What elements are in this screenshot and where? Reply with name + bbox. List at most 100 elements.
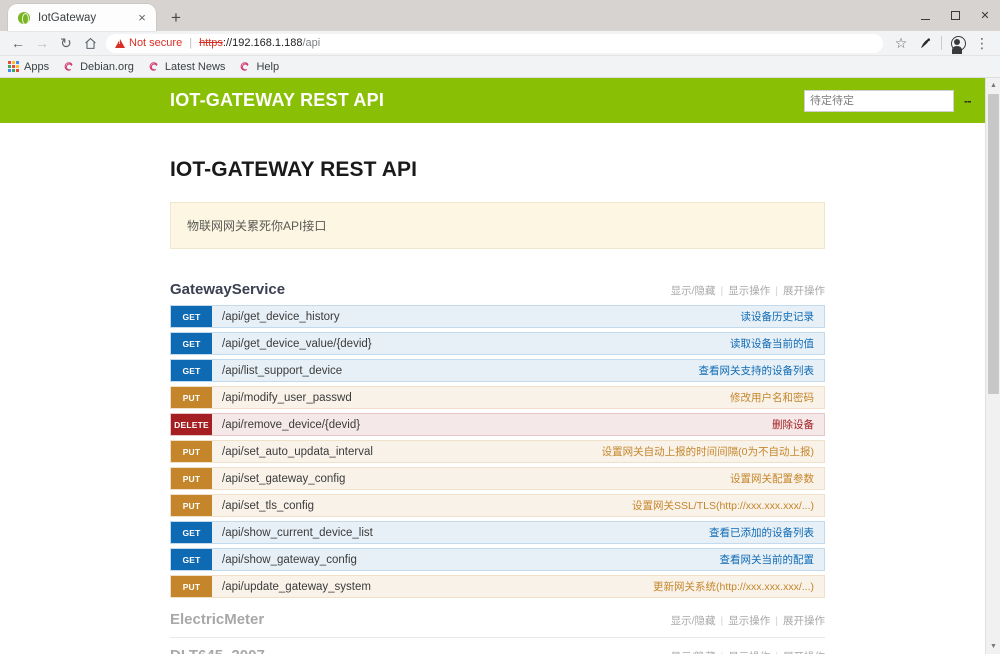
scroll-up-icon[interactable]: ▲ [986,78,1000,93]
operation-row[interactable]: GET /api/show_current_device_list 查看已添加的… [170,521,825,544]
apps-grid-icon [8,61,19,72]
reload-icon[interactable]: ↻ [54,31,78,55]
not-secure-warning-icon [115,38,125,48]
link-separator: | [720,615,724,627]
link-separator: | [775,285,778,297]
resource-title: DLT645_2007 [170,647,265,654]
operation-description: 设置网关配置参数 [730,473,814,485]
operation-path[interactable]: /api/get_device_history [212,306,741,327]
operation-row[interactable]: DELETE /api/remove_device/{devid} 删除设备 [170,413,825,436]
resource-actions: 显示/隐藏|显示操作|展开操作 [671,649,825,654]
globe-icon [18,11,30,25]
close-icon[interactable]: × [134,10,150,26]
resource-dlt645-2007: DLT645_2007 显示/隐藏|显示操作|展开操作 [170,638,825,654]
operation-description: 读设备历史记录 [740,311,815,323]
operation-path[interactable]: /api/list_support_device [212,360,699,381]
url-scheme: https [199,37,223,49]
resource-title: GatewayService [170,281,286,298]
resource-gatewayservice: GatewayService 显示/隐藏 | 显示操作 | 展开操作 GET /api/… [170,281,825,598]
list-operations-link[interactable]: 显示操作 [728,615,770,627]
method-badge: DELETE [171,414,212,435]
operation-path[interactable]: /api/remove_device/{devid} [212,414,772,435]
menu-icon[interactable]: ⋮ [970,31,994,55]
forward-icon[interactable]: → [30,31,54,55]
page-viewport: IOT-GATEWAY REST API -- IOT-GATEWAY REST… [0,78,1000,654]
operation-row[interactable]: PUT /api/update_gateway_system 更新网关系统(ht… [170,575,825,598]
extension-icon[interactable] [913,31,937,55]
operation-list: GET /api/get_device_history 读设备历史记录 GET … [170,305,825,598]
operation-row[interactable]: PUT /api/modify_user_passwd 修改用户名和密码 [170,386,825,409]
operation-row[interactable]: GET /api/get_device_value/{devid} 读取设备当前… [170,332,825,355]
browser-toolbar: ← → ↻ Not secure | https ://192.168.1.18… [0,31,1000,56]
resource-actions: 显示/隐藏 | 显示操作 | 展开操作 [671,283,825,298]
show-hide-link[interactable]: 显示/隐藏 [671,615,716,627]
operation-description: 更新网关系统(http://xxx.xxx.xxx/...) [652,581,814,593]
maximize-button[interactable] [940,0,970,31]
operation-row[interactable]: GET /api/get_device_history 读设备历史记录 [170,305,825,328]
operation-path[interactable]: /api/update_gateway_system [212,576,653,597]
bookmark-apps[interactable]: Apps [8,61,49,73]
api-description-box: 物联网网关累死你API接口 [170,202,825,249]
explore-button[interactable]: -- [964,94,972,108]
toolbar-divider [941,36,942,50]
operation-path[interactable]: /api/set_gateway_config [212,468,730,489]
page-title: IOT-GATEWAY REST API [170,158,418,181]
window-close-button[interactable]: ✕ [970,0,1000,31]
method-badge: PUT [171,387,212,408]
method-badge: PUT [171,576,212,597]
show-hide-link[interactable]: 显示/隐藏 [671,285,716,297]
api-url-input[interactable] [804,89,954,112]
resource-actions: 显示/隐藏 | 显示操作 | 展开操作 [671,613,825,628]
link-separator: | [720,285,724,297]
resource-header[interactable]: DLT645_2007 显示/隐藏|显示操作|展开操作 [170,638,825,654]
scroll-down-icon[interactable]: ▼ [986,639,1000,654]
resource-title: ElectricMeter [170,611,265,628]
link-separator: | [775,615,778,627]
resource-header[interactable]: ElectricMeter 显示/隐藏 | 显示操作 | 展开操作 [170,602,825,638]
scrollbar-thumb[interactable] [988,94,999,394]
operation-path[interactable]: /api/show_gateway_config [212,549,720,570]
resource-header[interactable]: GatewayService 显示/隐藏 | 显示操作 | 展开操作 [170,281,825,302]
operation-path[interactable]: /api/get_device_value/{devid} [212,333,730,354]
operation-row[interactable]: GET /api/show_gateway_config 查看网关当前的配置 [170,548,825,571]
bookmark-help[interactable]: Help [239,61,279,73]
home-icon[interactable] [78,31,102,55]
method-badge: GET [171,522,212,543]
operation-description: 查看网关支持的设备列表 [698,365,815,377]
expand-operations-link[interactable]: 展开操作 [783,285,825,297]
operation-description: 删除设备 [772,419,814,431]
bookmark-label: Apps [24,60,50,73]
window-controls: ✕ [910,0,1000,31]
operation-description: 设置网关SSL/TLS(http://xxx.xxx.xxx/...) [631,500,814,512]
method-badge: GET [171,360,212,381]
url-host: ://192.168.1.188 [222,37,303,49]
back-icon[interactable]: ← [6,31,30,55]
expand-operations-link[interactable]: 展开操作 [783,615,825,627]
operation-row[interactable]: GET /api/list_support_device 查看网关支持的设备列表 [170,359,825,382]
page-content: IOT-GATEWAY REST API 物联网网关累死你API接口 Gatew… [0,158,985,654]
topbar-title: IOT-GATEWAY REST API [170,90,385,110]
operation-path[interactable]: /api/modify_user_passwd [212,387,730,408]
new-tab-button[interactable]: + [162,4,190,31]
operation-path[interactable]: /api/show_current_device_list [212,522,709,543]
bookmark-latest-news[interactable]: Latest News [148,61,225,73]
browser-tab[interactable]: IotGateway × [8,4,156,31]
page-scrollbar[interactable]: ▲ ▼ [985,78,1000,654]
debian-swirl-icon [239,61,251,73]
minimize-button[interactable] [910,0,940,31]
operation-path[interactable]: /api/set_auto_updata_interval [212,441,602,462]
address-bar[interactable]: Not secure | https ://192.168.1.188 /api [106,33,883,53]
bookmark-debian-org[interactable]: Debian.org [63,61,134,73]
debian-swirl-icon [63,61,75,73]
operation-description: 查看网关当前的配置 [719,554,815,566]
operation-row[interactable]: PUT /api/set_auto_updata_interval 设置网关自动… [170,440,825,463]
operation-path[interactable]: /api/set_tls_config [212,495,632,516]
operation-description: 查看已添加的设备列表 [709,527,814,539]
profile-icon[interactable] [946,31,970,55]
operation-description: 修改用户名和密码 [730,392,814,404]
list-operations-link[interactable]: 显示操作 [728,285,770,297]
operation-row[interactable]: PUT /api/set_gateway_config 设置网关配置参数 [170,467,825,490]
tab-title: IotGateway [38,11,97,24]
bookmark-star-icon[interactable]: ☆ [889,31,913,55]
operation-row[interactable]: PUT /api/set_tls_config 设置网关SSL/TLS(http… [170,494,825,517]
